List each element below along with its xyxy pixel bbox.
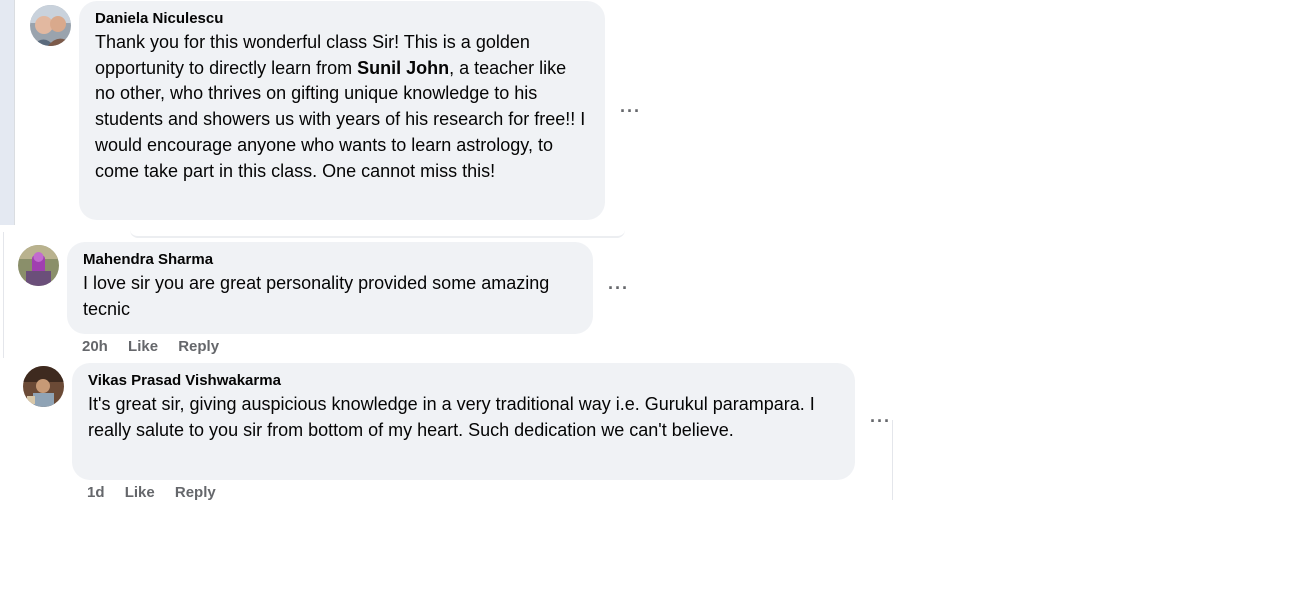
thread-guide-line	[3, 232, 4, 358]
reply-button[interactable]: Reply	[175, 484, 216, 501]
comment-actions: 20h Like Reply	[82, 338, 235, 355]
comment-text: Thank you for this wonderful class Sir! …	[95, 30, 589, 184]
more-options-icon[interactable]: ···	[608, 279, 629, 297]
thread-guide-line	[0, 0, 15, 225]
comment-actions: 1d Like Reply	[87, 484, 232, 501]
like-button[interactable]: Like	[128, 338, 158, 355]
reply-button[interactable]: Reply	[178, 338, 219, 355]
tagged-name[interactable]: Sunil John	[357, 58, 449, 78]
avatar-photo	[18, 245, 59, 286]
more-options-icon[interactable]: ···	[620, 102, 641, 120]
like-button[interactable]: Like	[125, 484, 155, 501]
comment-timestamp[interactable]: 20h	[82, 338, 108, 355]
comment-author[interactable]: Daniela Niculescu	[95, 9, 589, 28]
comment-author[interactable]: Mahendra Sharma	[83, 250, 577, 269]
comment-bubble: Vikas Prasad Vishwakarma It's great sir,…	[72, 363, 855, 480]
comment-text: I love sir you are great personality pro…	[83, 273, 550, 319]
collapsed-bubble-edge	[130, 229, 625, 238]
comment-bubble: Daniela Niculescu Thank you for this won…	[79, 1, 605, 220]
thread-guide-line	[892, 420, 893, 500]
avatar-photo	[23, 366, 64, 407]
comment-author[interactable]: Vikas Prasad Vishwakarma	[88, 371, 839, 390]
avatar[interactable]	[30, 5, 71, 46]
comment-bubble: Mahendra Sharma I love sir you are great…	[67, 242, 593, 334]
comment-text: It's great sir, giving auspicious knowle…	[88, 394, 815, 440]
more-options-icon[interactable]: ···	[870, 412, 891, 430]
avatar[interactable]	[23, 366, 64, 407]
avatar[interactable]	[18, 245, 59, 286]
comment-timestamp[interactable]: 1d	[87, 484, 105, 501]
avatar-photo	[30, 5, 71, 46]
